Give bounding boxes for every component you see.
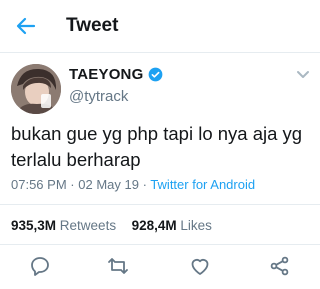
retweet-count[interactable]: 935,3M	[11, 218, 56, 233]
tweet-text: bukan gue yg php tapi lo nya aja yg terl…	[11, 123, 303, 170]
retweet-icon[interactable]	[106, 254, 130, 278]
tweet-meta: 07:56 PM · 02 May 19 · Twitter for Andro…	[11, 177, 255, 192]
tweet-client[interactable]: Twitter for Android	[150, 177, 255, 192]
chevron-down-icon[interactable]	[296, 70, 310, 80]
meta-separator: ·	[142, 177, 147, 192]
meta-separator: ·	[70, 177, 75, 192]
verified-badge-icon	[149, 67, 163, 82]
author-handle[interactable]: @tytrack	[69, 88, 128, 105]
avatar[interactable]	[11, 64, 61, 114]
divider	[0, 204, 320, 205]
reply-icon[interactable]	[28, 254, 52, 278]
author-row: TAEYONG	[69, 66, 163, 83]
avatar-photo	[11, 64, 61, 114]
page-title: Tweet	[66, 15, 119, 36]
tweet-stats: 935,3M Retweets 928,4M Likes	[11, 218, 212, 233]
share-icon[interactable]	[268, 254, 292, 278]
author-name[interactable]: TAEYONG	[69, 66, 143, 83]
retweet-label[interactable]: Retweets	[60, 218, 116, 233]
like-count[interactable]: 928,4M	[132, 218, 177, 233]
tweet-time: 07:56 PM	[11, 177, 67, 192]
tweet-actions	[0, 252, 320, 282]
arrow-left-icon[interactable]	[14, 14, 38, 38]
divider	[0, 244, 320, 245]
like-icon[interactable]	[188, 254, 212, 278]
app-header: Tweet	[0, 0, 320, 53]
tweet-date: 02 May 19	[78, 177, 139, 192]
like-label[interactable]: Likes	[180, 218, 212, 233]
